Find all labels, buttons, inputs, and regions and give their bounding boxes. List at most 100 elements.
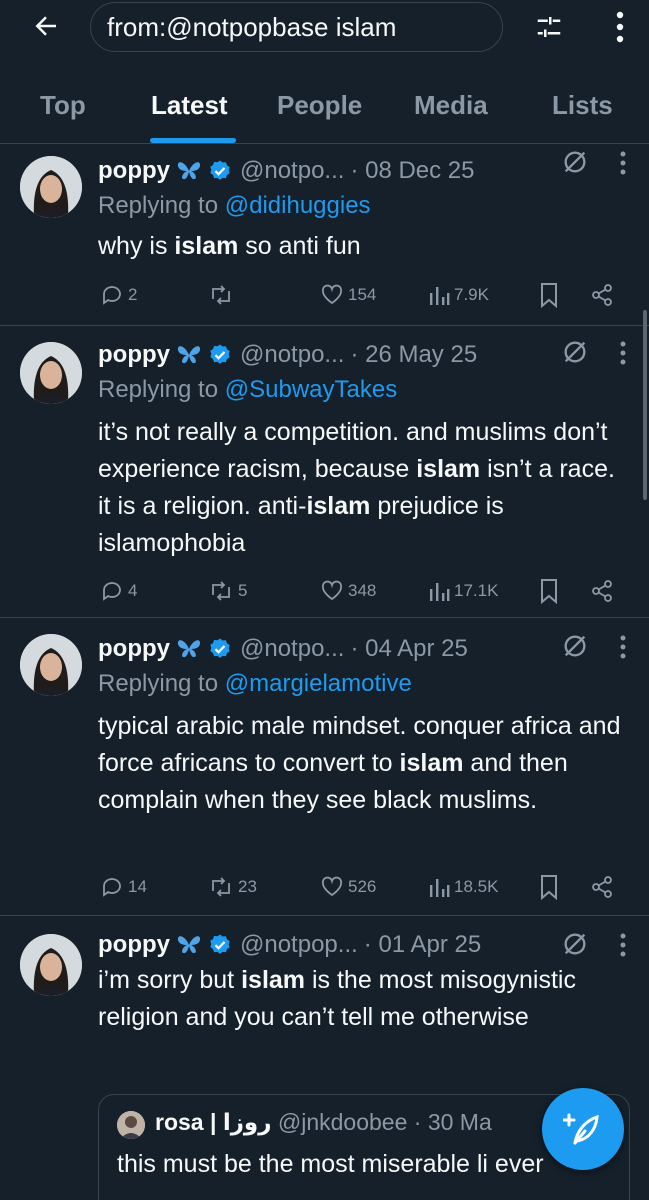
display-name[interactable]: poppy <box>98 931 170 959</box>
views-button[interactable]: 7.9K <box>428 280 489 310</box>
tab-top[interactable]: Top <box>40 90 86 121</box>
like-button[interactable]: 526 <box>320 872 376 902</box>
replying-prefix: Replying to <box>98 670 225 697</box>
tweet-text-segment: i’m sorry but <box>98 966 242 994</box>
tweet[interactable]: poppy @notpo... · 08 Dec 25 Replying to … <box>0 144 649 326</box>
tab-media[interactable]: Media <box>414 90 488 121</box>
tweet-more-icon[interactable] <box>619 340 627 371</box>
tweet-text-segment: so anti fun <box>238 232 361 260</box>
tweet-header: poppy @notpo... · 04 Apr 25 <box>98 632 629 666</box>
repost-count: 23 <box>238 877 257 896</box>
active-tab-indicator <box>150 138 236 143</box>
tweet-more-icon[interactable] <box>619 150 627 181</box>
views-button[interactable]: 18.5K <box>428 872 498 902</box>
views-button[interactable]: 17.1K <box>428 576 498 606</box>
reply-mention-link[interactable]: @margielamotive <box>225 670 412 697</box>
reply-count: 14 <box>128 877 147 896</box>
like-count: 526 <box>348 877 377 896</box>
tweet[interactable]: poppy @notpop... · 01 Apr 25 i’m sorry b… <box>0 916 649 1200</box>
replying-to: Replying to @SubwayTakes <box>98 376 397 404</box>
display-name[interactable]: poppy <box>98 635 170 663</box>
display-name[interactable]: poppy <box>98 341 170 369</box>
avatar[interactable] <box>20 156 82 218</box>
like-count: 154 <box>348 285 377 304</box>
tweet[interactable]: poppy @notpo... · 26 May 25 Replying to … <box>0 326 649 618</box>
reply-mention-link[interactable]: @SubwayTakes <box>225 376 397 403</box>
compose-post-button[interactable] <box>542 1088 624 1170</box>
search-tabs: Top Latest People Media Lists <box>0 80 649 144</box>
timestamp[interactable]: · 26 May 25 <box>350 341 477 369</box>
butterfly-emoji-icon <box>176 344 202 366</box>
tweet-actions: 4 5 348 17.1K <box>98 576 628 606</box>
tab-latest[interactable]: Latest <box>151 90 228 121</box>
replying-prefix: Replying to <box>98 192 225 219</box>
view-count: 17.1K <box>454 581 499 600</box>
scrollbar[interactable] <box>643 310 647 500</box>
replying-to: Replying to @margielamotive <box>98 670 412 698</box>
verified-badge-icon <box>208 159 232 183</box>
highlighted-term: islam <box>399 749 464 777</box>
tab-lists[interactable]: Lists <box>552 90 613 121</box>
grok-icon[interactable] <box>561 338 589 371</box>
timestamp[interactable]: · 01 Apr 25 <box>364 931 481 959</box>
back-arrow-icon[interactable] <box>26 6 66 46</box>
like-button[interactable]: 348 <box>320 576 376 606</box>
repost-button[interactable] <box>208 280 238 310</box>
highlighted-term: islam <box>416 455 481 483</box>
reply-button[interactable]: 14 <box>100 872 147 902</box>
search-input[interactable]: from:@notpopbase islam <box>90 2 503 52</box>
butterfly-emoji-icon <box>176 638 202 660</box>
handle[interactable]: @notpo... <box>240 157 344 185</box>
view-count: 18.5K <box>454 877 499 896</box>
bookmark-icon[interactable] <box>538 872 560 902</box>
reply-mention-link[interactable]: @didihuggies <box>225 192 371 219</box>
share-icon[interactable] <box>590 280 614 310</box>
replying-to: Replying to @didihuggies <box>98 192 371 220</box>
quoted-avatar <box>117 1111 145 1139</box>
handle[interactable]: @notpo... <box>240 341 344 369</box>
repost-button[interactable]: 5 <box>208 576 247 606</box>
tweet-text: typical arabic male mindset. conquer afr… <box>98 708 621 819</box>
reply-count: 2 <box>128 285 138 304</box>
bookmark-icon[interactable] <box>538 576 560 606</box>
timestamp[interactable]: · 08 Dec 25 <box>350 157 474 185</box>
view-count: 7.9K <box>454 285 489 304</box>
butterfly-emoji-icon <box>176 160 202 182</box>
reply-button[interactable]: 2 <box>100 280 137 310</box>
tweet-header: poppy @notpop... · 01 Apr 25 <box>98 928 629 962</box>
share-icon[interactable] <box>590 872 614 902</box>
reply-button[interactable]: 4 <box>100 576 137 606</box>
grok-icon[interactable] <box>561 632 589 665</box>
tweet-more-icon[interactable] <box>619 634 627 665</box>
tweet-more-icon[interactable] <box>619 932 627 963</box>
handle[interactable]: @notpop... <box>240 931 358 959</box>
tweet-text: i’m sorry but islam is the most misogyni… <box>98 962 621 1036</box>
highlighted-term: islam <box>174 232 239 260</box>
tweet-header: poppy @notpo... · 26 May 25 <box>98 338 629 372</box>
tab-people[interactable]: People <box>277 90 362 121</box>
avatar[interactable] <box>20 934 82 996</box>
grok-icon[interactable] <box>561 930 589 963</box>
verified-badge-icon <box>208 637 232 661</box>
tweet-header: poppy @notpo... · 08 Dec 25 <box>98 154 629 188</box>
quoted-name: rosa | روزا <box>155 1109 272 1135</box>
avatar[interactable] <box>20 342 82 404</box>
filter-sliders-icon[interactable] <box>528 6 570 48</box>
avatar[interactable] <box>20 634 82 696</box>
display-name[interactable]: poppy <box>98 157 170 185</box>
like-button[interactable]: 154 <box>320 280 376 310</box>
handle[interactable]: @notpo... <box>240 635 344 663</box>
feather-plus-icon <box>563 1113 599 1145</box>
search-query: from:@notpopbase islam <box>107 11 397 42</box>
bookmark-icon[interactable] <box>538 280 560 310</box>
quoted-header: rosa | روزا @jnkdoobee · 30 Ma <box>155 1109 492 1136</box>
quoted-handle: @jnkdoobee · 30 Ma <box>277 1109 492 1135</box>
tweet[interactable]: poppy @notpo... · 04 Apr 25 Replying to … <box>0 618 649 916</box>
tweet-text-segment: why is <box>98 232 175 260</box>
grok-icon[interactable] <box>561 148 589 181</box>
timestamp[interactable]: · 04 Apr 25 <box>350 635 467 663</box>
more-vertical-icon[interactable] <box>600 6 640 48</box>
share-icon[interactable] <box>590 576 614 606</box>
repost-button[interactable]: 23 <box>208 872 257 902</box>
repost-count: 5 <box>238 581 248 600</box>
